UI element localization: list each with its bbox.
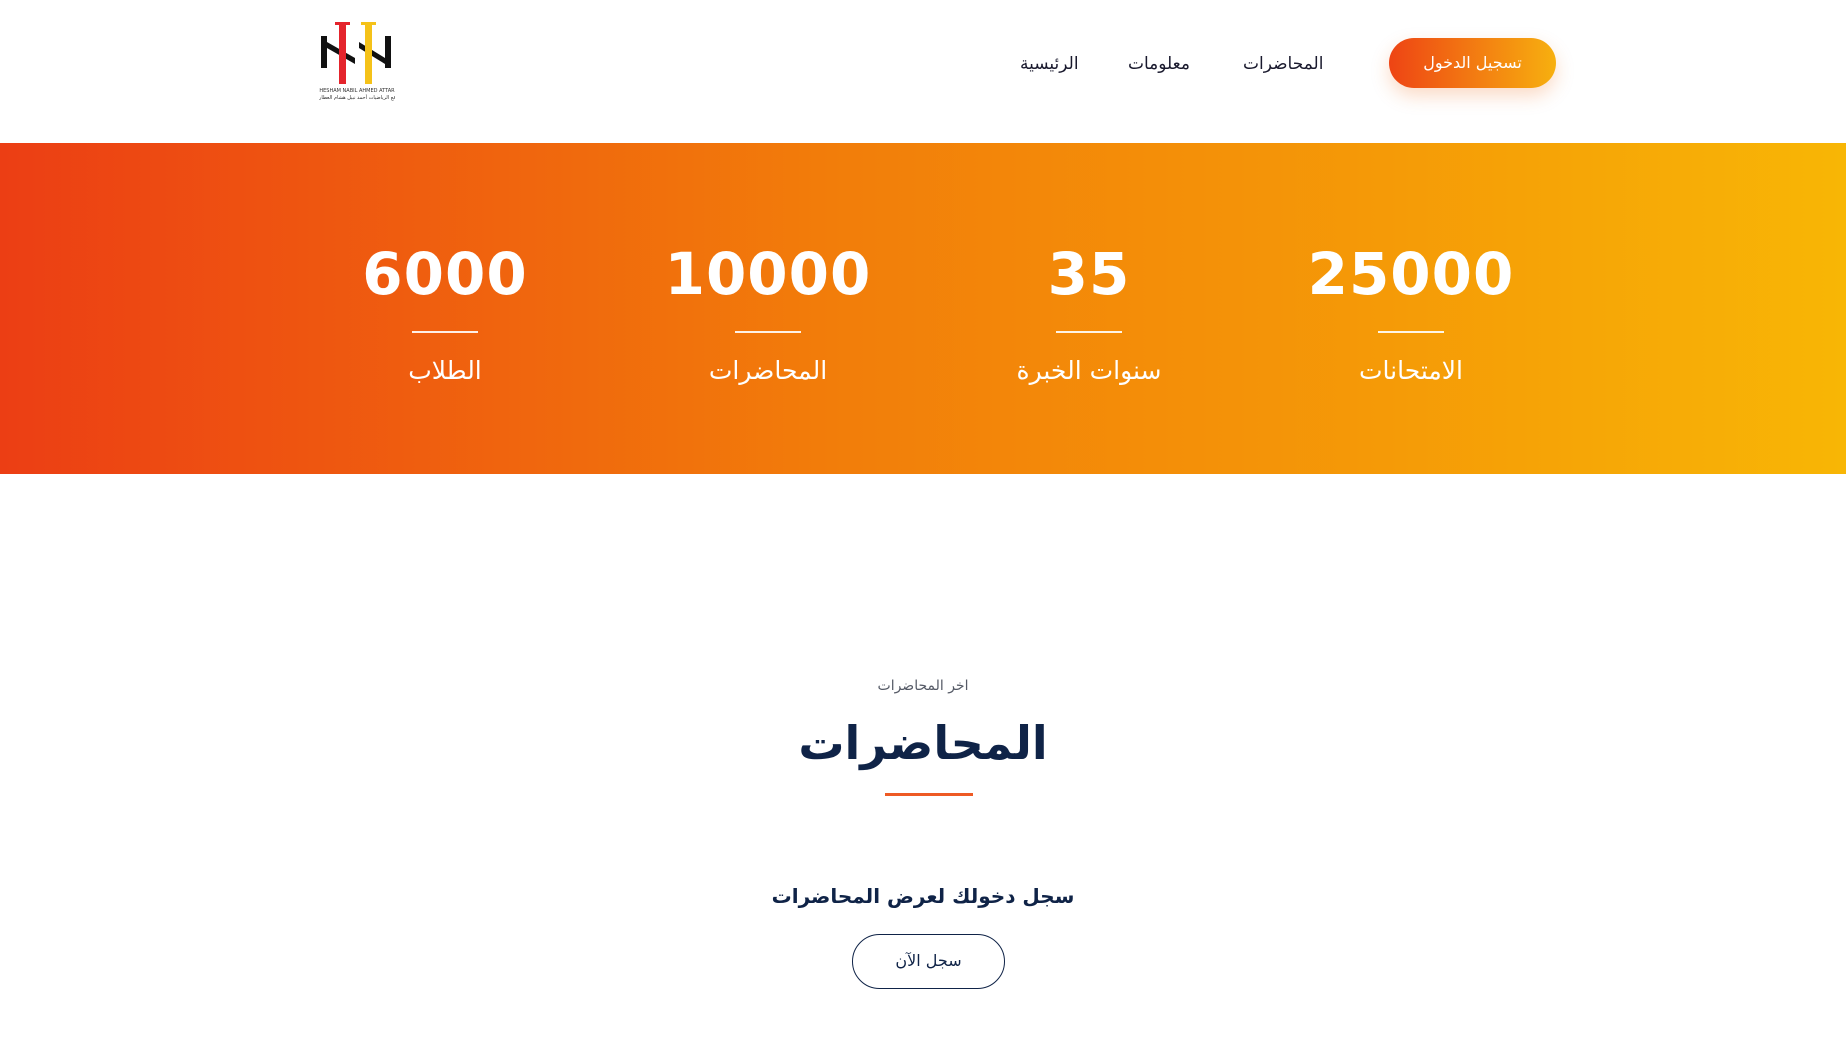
stat-divider — [1056, 331, 1122, 333]
section-title: المحاضرات — [798, 716, 1048, 770]
nav-lectures[interactable]: المحاضرات — [1243, 50, 1323, 78]
stat-students: 6000 الطلاب — [335, 143, 555, 474]
nav-info[interactable]: معلومات — [1124, 50, 1194, 78]
stat-number: 6000 — [362, 240, 528, 308]
title-underline — [885, 793, 973, 796]
section-eyebrow: اخر المحاضرات — [877, 678, 969, 694]
stat-label: الطلاب — [408, 356, 482, 385]
site-header: HESHAM NABIL AHMED ATTAR موقع الرياضيات … — [0, 0, 1846, 143]
login-prompt: سجل دخولك لعرض المحاضرات — [771, 884, 1075, 908]
stats-banner: 6000 الطلاب 10000 المحاضرات 35 سنوات الخ… — [0, 143, 1846, 474]
stat-number: 35 — [1047, 240, 1131, 308]
site-logo[interactable]: HESHAM NABIL AHMED ATTAR موقع الرياضيات … — [319, 20, 395, 106]
login-button[interactable]: تسجيل الدخول — [1389, 38, 1556, 88]
nav-home[interactable]: الرئيسية — [1020, 50, 1079, 78]
logo-caption: HESHAM NABIL AHMED ATTAR موقع الرياضيات … — [319, 88, 395, 102]
stat-divider — [412, 331, 478, 333]
stat-experience: 35 سنوات الخبرة — [979, 143, 1199, 474]
stat-label: المحاضرات — [708, 356, 828, 385]
register-button[interactable]: سجل الآن — [852, 934, 1005, 989]
stat-label: الامتحانات — [1358, 356, 1463, 385]
stat-divider — [1378, 331, 1444, 333]
stat-label: سنوات الخبرة — [1016, 356, 1162, 385]
stat-number: 25000 — [1307, 240, 1515, 308]
hh-logo-icon — [321, 22, 391, 84]
stat-divider — [735, 331, 801, 333]
stat-number: 10000 — [664, 240, 872, 308]
logo-caption-latin: HESHAM NABIL AHMED ATTAR — [319, 88, 395, 94]
stat-lectures: 10000 المحاضرات — [658, 143, 878, 474]
stat-exams: 25000 الامتحانات — [1301, 143, 1521, 474]
logo-caption-arabic: موقع الرياضيات أحمد نبيل هشام العطار — [319, 95, 395, 101]
